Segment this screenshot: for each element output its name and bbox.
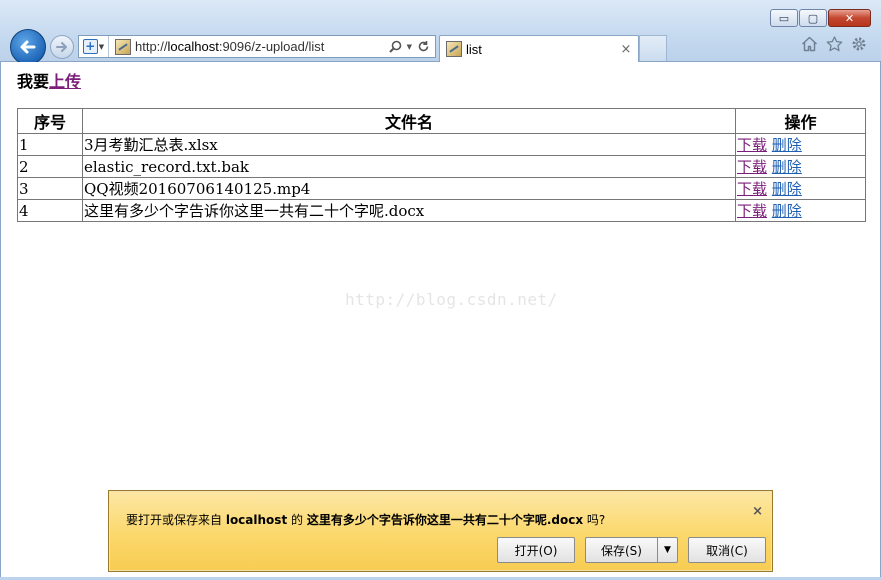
favorites-star-icon[interactable] bbox=[826, 36, 843, 52]
cancel-button[interactable]: 取消(C) bbox=[688, 537, 766, 563]
notification-host: localhost bbox=[225, 513, 288, 527]
url-prefix: http:// bbox=[135, 39, 168, 54]
delete-link[interactable]: 删除 bbox=[772, 136, 802, 154]
cell-no: 4 bbox=[17, 199, 83, 222]
notification-close-icon[interactable]: × bbox=[752, 504, 763, 519]
close-window-button[interactable]: ✕ bbox=[828, 9, 871, 27]
cell-actions: 下载 删除 bbox=[735, 133, 866, 156]
table-row: 2 elastic_record.txt.bak 下载 删除 bbox=[17, 155, 866, 178]
table-header-row: 序号 文件名 操作 bbox=[17, 108, 866, 134]
header-no: 序号 bbox=[17, 108, 83, 134]
notification-message: 要打开或保存来自 localhost 的 这里有多少个字告诉你这里一共有二十个字… bbox=[126, 511, 605, 528]
address-bar[interactable]: + ▼ http://localhost:9096/z-upload/list … bbox=[78, 35, 436, 58]
cell-filename: 3月考勤汇总表.xlsx bbox=[82, 133, 736, 156]
forward-arrow-icon bbox=[56, 42, 67, 52]
notification-filename: 这里有多少个字告诉你这里一共有二十个字呢.docx bbox=[306, 513, 584, 527]
url-host: localhost bbox=[167, 39, 219, 54]
notification-text-1: 要打开或保存来自 bbox=[126, 513, 226, 527]
table-row: 1 3月考勤汇总表.xlsx 下载 删除 bbox=[17, 133, 866, 156]
cell-no: 3 bbox=[17, 177, 83, 200]
download-link[interactable]: 下载 bbox=[737, 136, 767, 154]
file-table: 序号 文件名 操作 1 3月考勤汇总表.xlsx 下载 删除 2 elastic… bbox=[17, 108, 866, 222]
cell-no: 1 bbox=[17, 133, 83, 156]
address-icons: ▼ bbox=[388, 40, 435, 53]
tab-close-icon[interactable]: × bbox=[618, 42, 634, 57]
cell-no: 2 bbox=[17, 155, 83, 178]
download-notification-bar: 要打开或保存来自 localhost 的 这里有多少个字告诉你这里一共有二十个字… bbox=[108, 490, 773, 572]
tab-list[interactable]: list × bbox=[439, 35, 639, 62]
upload-prefix-text: 我要 bbox=[17, 72, 50, 91]
save-dropdown-icon[interactable]: ▼ bbox=[657, 538, 677, 562]
table-row: 4 这里有多少个字告诉你这里一共有二十个字呢.docx 下载 删除 bbox=[17, 199, 866, 222]
header-name: 文件名 bbox=[82, 108, 736, 134]
save-button[interactable]: 保存(S) bbox=[586, 542, 657, 559]
cell-actions: 下载 删除 bbox=[735, 155, 866, 178]
url-path: :9096/z-upload/list bbox=[218, 39, 325, 54]
new-tab-button[interactable] bbox=[639, 35, 667, 61]
refresh-icon[interactable] bbox=[417, 40, 430, 53]
forward-button[interactable] bbox=[50, 35, 74, 59]
cell-actions: 下载 删除 bbox=[735, 199, 866, 222]
upload-link[interactable]: 上传 bbox=[49, 72, 81, 91]
toolbar-icons bbox=[801, 36, 867, 52]
maximize-button[interactable]: ▢ bbox=[799, 9, 827, 27]
open-button[interactable]: 打开(O) bbox=[497, 537, 575, 563]
download-link[interactable]: 下载 bbox=[737, 158, 767, 176]
download-link[interactable]: 下载 bbox=[737, 202, 767, 220]
window-controls: ▭ ▢ ✕ bbox=[770, 9, 871, 27]
tab-favicon-icon bbox=[446, 41, 462, 57]
minimize-button[interactable]: ▭ bbox=[770, 9, 798, 27]
table-row: 3 QQ视频20160706140125.mp4 下载 删除 bbox=[17, 177, 866, 200]
cell-filename: 这里有多少个字告诉你这里一共有二十个字呢.docx bbox=[82, 199, 736, 222]
search-icon[interactable] bbox=[388, 40, 402, 53]
compatibility-icon: + bbox=[82, 39, 98, 54]
notification-buttons: 打开(O) 保存(S) ▼ 取消(C) bbox=[497, 537, 766, 563]
cell-filename: elastic_record.txt.bak bbox=[82, 155, 736, 178]
chevron-down-icon: ▼ bbox=[98, 42, 105, 51]
home-icon[interactable] bbox=[801, 36, 818, 52]
upload-line: 我要上传 bbox=[17, 68, 81, 92]
save-button-group: 保存(S) ▼ bbox=[585, 537, 678, 563]
search-dropdown-icon[interactable]: ▼ bbox=[407, 43, 412, 51]
cell-filename: QQ视频20160706140125.mp4 bbox=[82, 177, 736, 200]
back-arrow-icon bbox=[20, 40, 36, 54]
tab-title: list bbox=[466, 41, 482, 57]
url-text[interactable]: http://localhost:9096/z-upload/list bbox=[135, 39, 389, 54]
back-button[interactable] bbox=[10, 29, 46, 65]
download-link[interactable]: 下载 bbox=[737, 180, 767, 198]
header-action: 操作 bbox=[735, 108, 866, 134]
site-favicon-icon bbox=[115, 38, 131, 55]
watermark-text: http://blog.csdn.net/ bbox=[345, 290, 558, 309]
delete-link[interactable]: 删除 bbox=[772, 158, 802, 176]
gear-icon[interactable] bbox=[851, 36, 867, 52]
cell-actions: 下载 删除 bbox=[735, 177, 866, 200]
delete-link[interactable]: 删除 bbox=[772, 202, 802, 220]
compatibility-view-button[interactable]: + ▼ bbox=[79, 36, 109, 57]
browser-chrome: ▭ ▢ ✕ + ▼ http://localhost:9096/z-upload… bbox=[0, 0, 881, 65]
notification-text-2: 的 bbox=[287, 513, 307, 527]
notification-text-3: 吗? bbox=[583, 513, 606, 527]
delete-link[interactable]: 删除 bbox=[772, 180, 802, 198]
